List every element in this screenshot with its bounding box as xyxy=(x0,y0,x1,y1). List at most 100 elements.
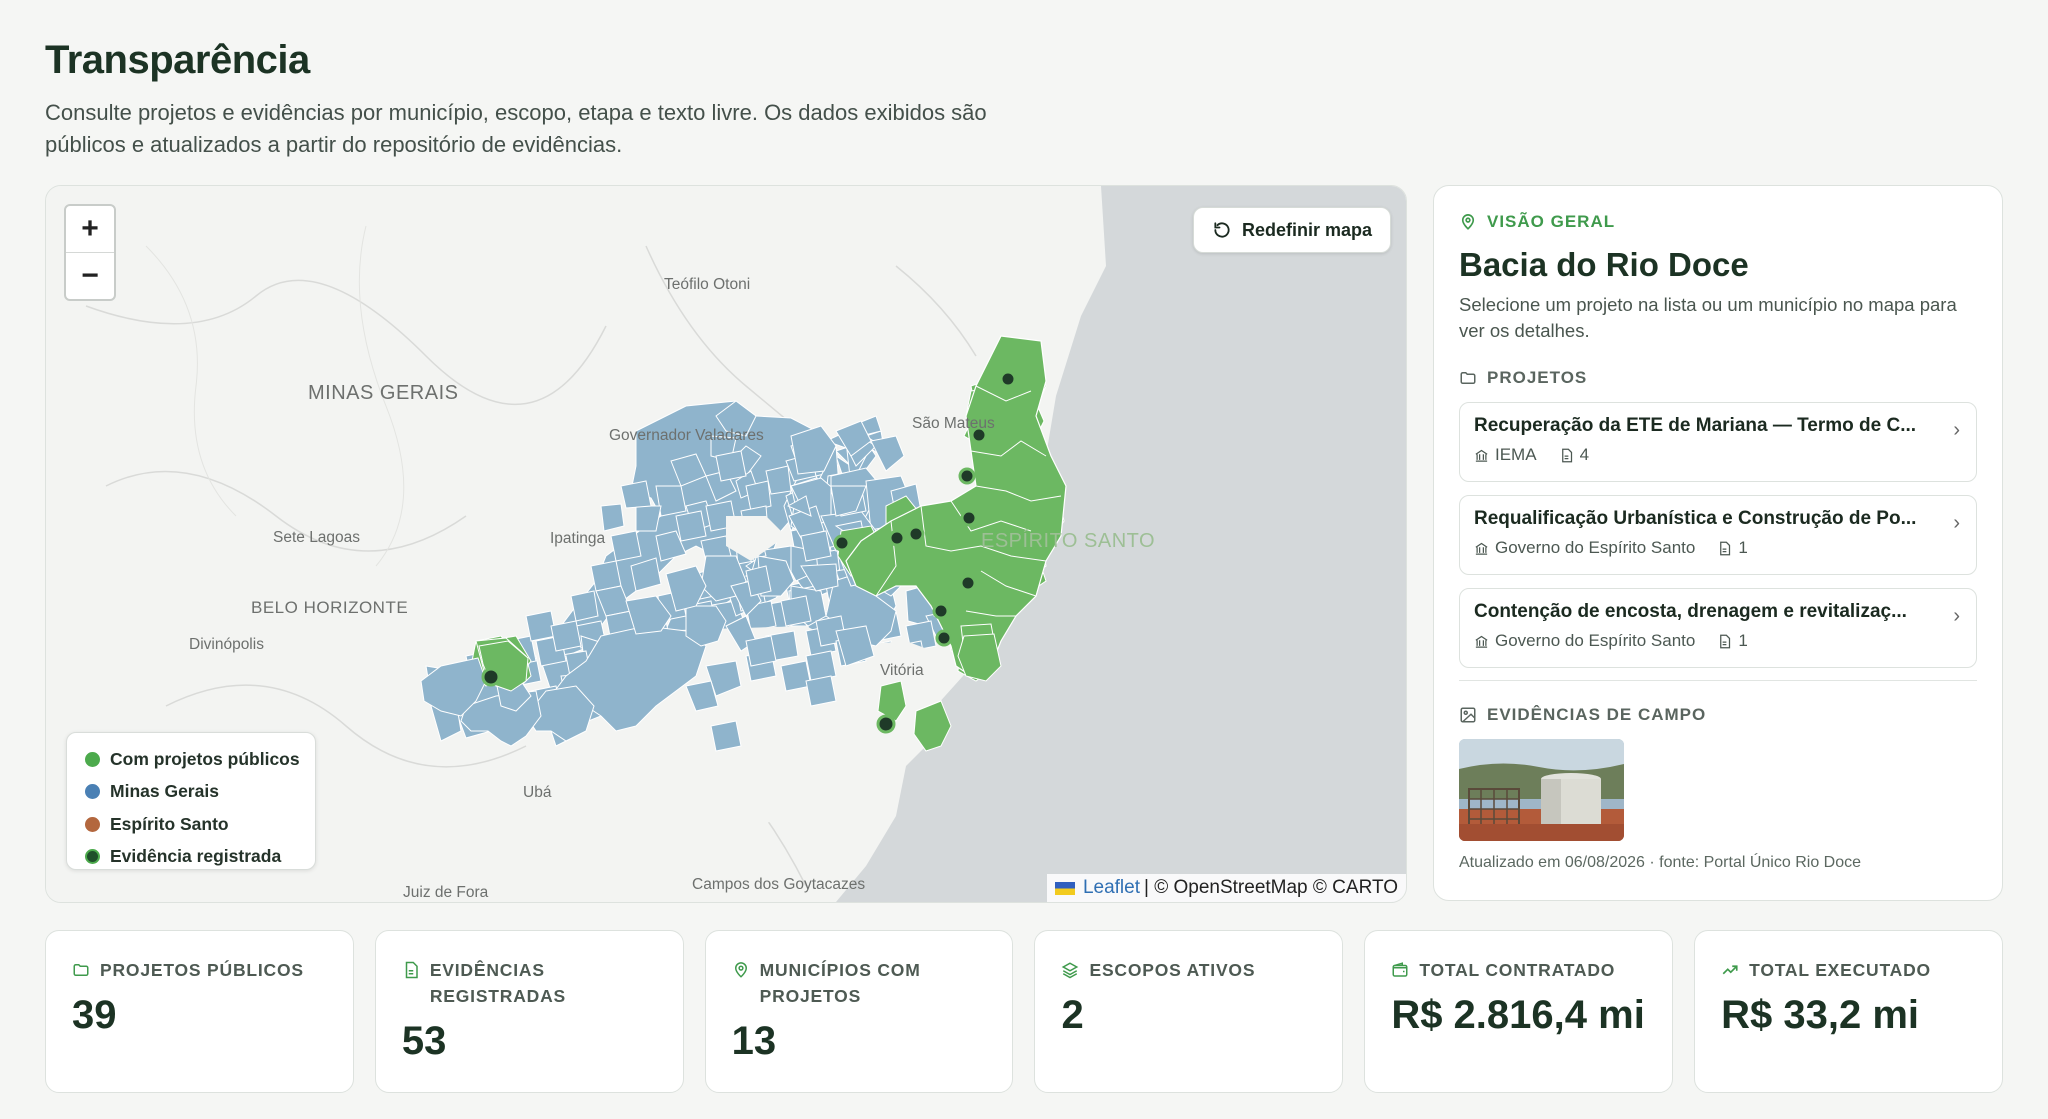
subtitle-line: públicos e atualizados a partir do repos… xyxy=(45,132,623,157)
legend-item: Com projetos públicos xyxy=(85,743,315,776)
panel-title: Bacia do Rio Doce xyxy=(1459,246,1749,283)
institution-icon xyxy=(1475,542,1488,555)
project-meta: Governo do Espírito Santo 1 xyxy=(1474,538,1962,558)
project-org: Governo do Espírito Santo xyxy=(1495,631,1696,650)
image-icon xyxy=(1460,707,1476,723)
map-pin-icon xyxy=(734,962,747,978)
stat-card: MUNICÍPIOS COM PROJETOS 13 xyxy=(704,930,1014,1093)
institution-icon xyxy=(1475,635,1488,648)
project-meta: Governo do Espírito Santo 1 xyxy=(1474,631,1962,651)
map-label-city: Governador Valadares xyxy=(609,427,764,444)
evidence-dot xyxy=(876,714,896,734)
chevron-right-icon: › xyxy=(1953,419,1960,441)
projects-label: PROJETOS xyxy=(1487,368,1588,387)
legend-label: Evidência registrada xyxy=(110,846,282,867)
divider xyxy=(1459,680,1977,681)
stat-card: EVIDÊNCIAS REGISTRADAS 53 xyxy=(374,930,684,1093)
evidence-dot xyxy=(935,629,953,647)
legend-item: Espírito Santo xyxy=(85,808,315,841)
map-label-city: São Mateus xyxy=(912,415,995,432)
map-label-city: Sete Lagoas xyxy=(273,529,360,546)
evidence-dot xyxy=(932,602,950,620)
stat-value: R$ 33,2 mi xyxy=(1721,993,1920,1037)
stat-card: ESCOPOS ATIVOS 2 xyxy=(1034,930,1344,1093)
map-label-city: Campos dos Goytacazes xyxy=(692,876,865,893)
stats-row: PROJETOS PÚBLICOS 39 EVIDÊNCIAS REGISTRA… xyxy=(45,930,2003,1093)
project-card[interactable]: Requalificação Urbanística e Construção … xyxy=(1459,495,1977,575)
overview-eyebrow: VISÃO GERAL xyxy=(1459,212,1977,232)
project-org: Governo do Espírito Santo xyxy=(1495,538,1696,557)
map-label-city: Ipatinga xyxy=(550,530,606,547)
legend-label: Minas Gerais xyxy=(110,781,219,802)
map-container[interactable]: MINAS GERAIS ESPÍRITO SANTO Teófilo Oton… xyxy=(45,185,1407,903)
document-icon xyxy=(1720,634,1731,648)
map-label-state: MINAS GERAIS xyxy=(308,382,458,404)
mg-blue-more xyxy=(745,565,772,597)
stat-label: TOTAL CONTRATADO xyxy=(1391,957,1646,983)
mg-blue-patch xyxy=(780,595,812,627)
zoom-control[interactable]: + − xyxy=(64,204,116,301)
legend-label: Com projetos públicos xyxy=(110,748,300,769)
institution-icon xyxy=(1475,449,1488,462)
evidence-dot xyxy=(833,534,851,552)
map-label-city: Juiz de Fora xyxy=(403,884,489,901)
leaflet-link[interactable]: Leaflet xyxy=(1083,877,1140,899)
evidence-dot xyxy=(959,574,977,592)
map-label-city: Ubá xyxy=(523,784,552,801)
evidence-dot xyxy=(481,667,501,687)
project-meta: IEMA 4 xyxy=(1474,445,1962,465)
reset-map-button[interactable]: Redefinir mapa xyxy=(1193,207,1392,253)
zoom-out-button[interactable]: − xyxy=(66,252,114,299)
evidence-thumbnail[interactable] xyxy=(1459,739,1624,841)
stat-label-text: TOTAL EXECUTADO xyxy=(1749,960,1931,980)
stat-label: EVIDÊNCIAS REGISTRADAS xyxy=(402,957,657,1009)
evidence-label: EVIDÊNCIAS DE CAMPO xyxy=(1487,705,1707,724)
legend-item: Minas Gerais xyxy=(85,776,315,809)
map-legend: Com projetos públicos Minas Gerais Espír… xyxy=(66,732,316,870)
trending-up-icon xyxy=(1722,965,1738,975)
subtitle-line: Consulte projetos e evidências por munic… xyxy=(45,100,987,125)
stat-card: PROJETOS PÚBLICOS 39 xyxy=(45,930,354,1093)
evidence-section-label: EVIDÊNCIAS DE CAMPO xyxy=(1459,705,1977,725)
stat-label-text: ESCOPOS ATIVOS xyxy=(1089,960,1256,980)
legend-swatch xyxy=(85,751,100,767)
reset-icon xyxy=(1214,222,1230,238)
project-doc-count: 1 xyxy=(1738,631,1748,650)
eyebrow-label: VISÃO GERAL xyxy=(1487,212,1616,231)
document-icon xyxy=(1720,541,1731,555)
evidence-dot xyxy=(888,529,906,547)
evidence-dot xyxy=(960,509,978,527)
project-card[interactable]: Recuperação da ETE de Mariana — Termo de… xyxy=(1459,402,1977,482)
stat-label-text: EVIDÊNCIAS REGISTRADAS xyxy=(429,960,566,1006)
layers-icon xyxy=(1062,962,1079,979)
evidence-dot xyxy=(907,525,925,543)
legend-label: Espírito Santo xyxy=(110,813,229,834)
chevron-right-icon: › xyxy=(1953,512,1960,534)
reset-map-label: Redefinir mapa xyxy=(1242,219,1373,240)
legend-item: Evidência registrada xyxy=(85,841,315,874)
attribution-text: | © OpenStreetMap © CARTO xyxy=(1144,877,1398,898)
project-doc-count: 1 xyxy=(1738,538,1748,557)
panel-description: Selecione um projeto na lista ou um muni… xyxy=(1459,294,1957,341)
stat-label: TOTAL EXECUTADO xyxy=(1721,957,1976,983)
folder-icon xyxy=(73,964,89,976)
updated-note: Atualizado em 06/08/2026 · fonte: Portal… xyxy=(1459,854,1862,871)
project-doc-count: 4 xyxy=(1579,445,1590,464)
zoom-in-button[interactable]: + xyxy=(66,206,114,252)
document-icon xyxy=(405,961,418,979)
overview-panel: VISÃO GERAL Bacia do Rio Doce Selecione … xyxy=(1433,185,2003,901)
evidence-dot xyxy=(999,370,1017,388)
projects-section-label: PROJETOS xyxy=(1459,368,1977,388)
ukraine-flag-icon xyxy=(1054,881,1075,895)
stat-label-text: MUNICÍPIOS COM PROJETOS xyxy=(759,960,921,1006)
stat-label-text: PROJETOS PÚBLICOS xyxy=(100,960,304,980)
project-card[interactable]: Contenção de encosta, drenagem e revital… xyxy=(1459,588,1977,668)
stat-value: 2 xyxy=(1061,993,1084,1037)
chevron-right-icon: › xyxy=(1953,605,1960,627)
stat-label: PROJETOS PÚBLICOS xyxy=(72,957,327,983)
map-label-city: Teófilo Otoni xyxy=(664,276,750,293)
document-icon xyxy=(1561,448,1572,462)
wallet-icon xyxy=(1392,962,1408,977)
legend-swatch xyxy=(85,849,100,865)
page-title: Transparência xyxy=(45,38,310,82)
